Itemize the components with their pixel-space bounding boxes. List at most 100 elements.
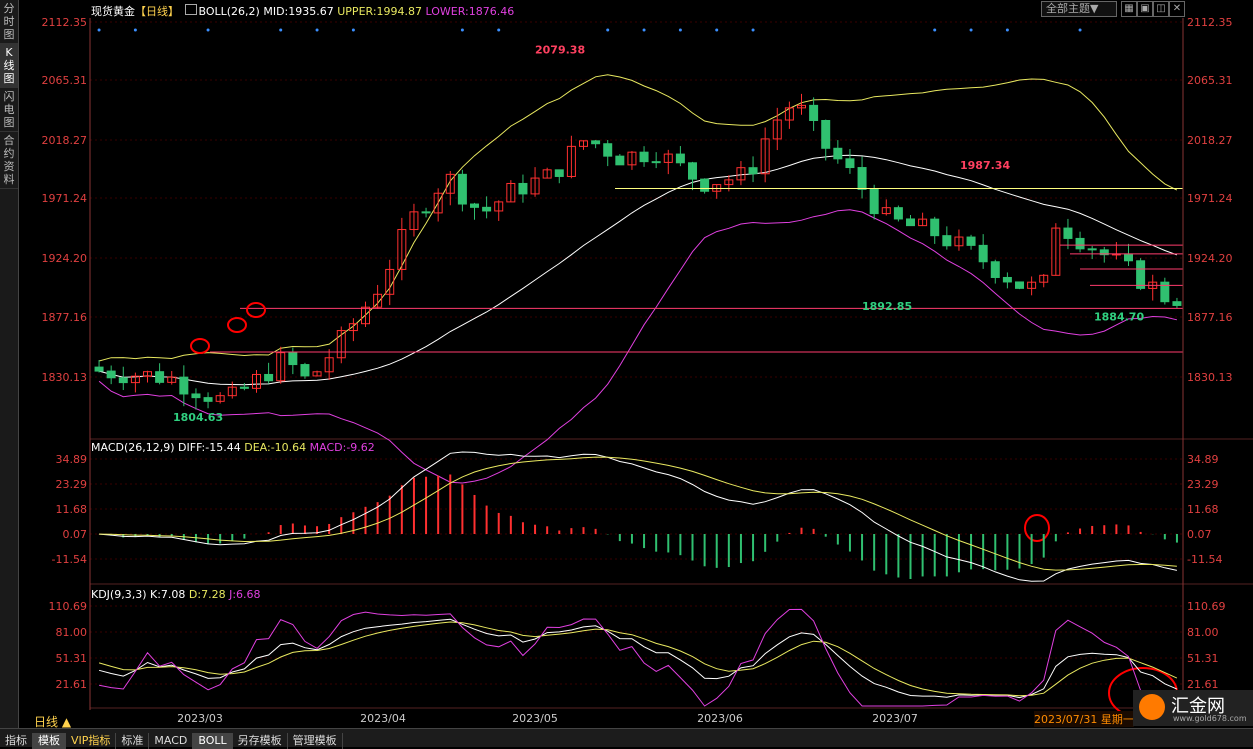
y-tick-label-left: 2112.35 — [42, 16, 88, 29]
y-tick-label-left: 23.29 — [56, 478, 88, 491]
tab-vip-indicator[interactable]: VIP指标 — [66, 733, 117, 749]
y-tick-label-left: 81.00 — [56, 626, 88, 639]
macd-diff-line — [99, 451, 1178, 582]
candle-body — [482, 206, 492, 212]
signal-dot — [1005, 28, 1009, 32]
y-tick-label-left: 21.61 — [56, 678, 88, 691]
candle-body — [1002, 276, 1012, 283]
candle-body — [869, 188, 879, 215]
candle-body — [930, 218, 940, 237]
candle-body — [857, 167, 867, 190]
y-tick-label-left: 51.31 — [56, 652, 88, 665]
candle-body — [639, 151, 649, 163]
price-annotation: 2079.38 — [535, 43, 585, 56]
candle-body — [688, 162, 697, 180]
date-readout: 2023/07/31 星期一 — [1034, 711, 1134, 727]
y-tick-label-right: 23.29 — [1187, 478, 1219, 491]
y-tick-label-left: 1924.20 — [42, 252, 88, 265]
candle-body — [748, 167, 758, 175]
y-tick-label-right: 81.00 — [1187, 626, 1219, 639]
signal-dot — [642, 28, 646, 32]
signal-dot — [969, 28, 973, 32]
highlight-circle — [190, 338, 210, 354]
candle-body — [470, 203, 479, 208]
signal-dot — [751, 28, 755, 32]
candle-body — [651, 161, 661, 164]
y-tick-label-right: 1924.20 — [1187, 252, 1233, 265]
tab-template[interactable]: 模板 — [33, 733, 66, 749]
candle-body — [203, 397, 213, 402]
candle-body — [1124, 253, 1133, 262]
candle-body — [288, 352, 298, 366]
signal-dot — [97, 28, 101, 32]
signal-dot — [279, 28, 283, 32]
candle-body — [191, 393, 201, 399]
y-tick-label-left: 1877.16 — [42, 311, 88, 324]
y-tick-label-left: -11.54 — [52, 553, 87, 566]
candle-body — [1015, 281, 1024, 289]
y-tick-label-right: 1830.13 — [1187, 371, 1233, 384]
y-tick-label-left: 11.68 — [56, 503, 88, 516]
candle-body — [990, 261, 1000, 278]
y-tick-label-left: 2065.31 — [42, 74, 88, 87]
signal-dot — [678, 28, 682, 32]
candle-body — [603, 143, 613, 157]
candle-body — [1136, 260, 1146, 289]
y-tick-label-left: 1830.13 — [42, 371, 88, 384]
signal-dot — [206, 28, 210, 32]
boll-mid-line — [98, 154, 1178, 386]
candle-body — [94, 366, 104, 372]
bottom-toolbar: 指标 模板 VIP指标 标准 MACD BOLL 另存模板 管理模板 — [0, 728, 1253, 749]
price-annotation: 1884.70 — [1094, 310, 1144, 323]
x-tick-label: 2023/05 — [512, 712, 558, 725]
candle-body — [809, 104, 819, 122]
price-annotation: 1987.34 — [960, 159, 1010, 172]
candle-body — [906, 218, 915, 227]
boll-upper-line — [98, 74, 1178, 362]
candle-body — [554, 169, 564, 177]
y-tick-label-right: -11.54 — [1187, 553, 1222, 566]
x-tick-label: 2023/03 — [177, 712, 223, 725]
candle-body — [821, 120, 831, 149]
tab-macd[interactable]: MACD — [149, 733, 194, 749]
chart-canvas[interactable]: 2079.38 1987.34 1892.85 1884.70 1804.63 2112… — [0, 0, 1253, 728]
signal-dot — [1078, 28, 1082, 32]
candle-body — [942, 235, 952, 247]
candle-body — [239, 386, 249, 389]
candle-body — [978, 244, 988, 263]
candle-body — [615, 155, 625, 166]
candle-body — [264, 373, 274, 382]
y-tick-label-left: 110.69 — [49, 600, 88, 613]
logo-icon — [1139, 694, 1165, 720]
highlight-circle — [227, 317, 247, 333]
candle-body — [300, 364, 310, 377]
signal-dot — [606, 28, 610, 32]
tab-save-template[interactable]: 另存模板 — [233, 733, 288, 749]
signal-dot — [715, 28, 719, 32]
candle-body — [106, 370, 116, 379]
tab-boll[interactable]: BOLL — [193, 733, 233, 749]
tab-standard[interactable]: 标准 — [116, 733, 150, 749]
signal-dot — [133, 28, 137, 32]
y-tick-label-right: 0.07 — [1187, 528, 1212, 541]
y-tick-label-right: 1971.24 — [1187, 192, 1233, 205]
candle-body — [1087, 248, 1097, 251]
candle-body — [700, 178, 710, 192]
candle-body — [421, 211, 431, 214]
x-tick-label: 2023/07 — [872, 712, 918, 725]
y-tick-label-right: 2018.27 — [1187, 134, 1233, 147]
candle-body — [893, 207, 903, 220]
y-tick-label-left: 2018.27 — [42, 134, 88, 147]
candle-body — [675, 153, 685, 164]
tab-indicator[interactable]: 指标 — [0, 733, 33, 749]
kdj-d-line — [98, 621, 1178, 697]
tab-manage-template[interactable]: 管理模板 — [288, 733, 343, 749]
candle-body — [966, 236, 976, 246]
boll-lower-line — [98, 209, 1178, 484]
candle-body — [1172, 301, 1182, 306]
highlight-circle — [1024, 514, 1050, 542]
highlight-circle — [246, 302, 266, 318]
candle-body — [1063, 227, 1073, 239]
y-tick-label-right: 2065.31 — [1187, 74, 1233, 87]
x-tick-label: 2023/04 — [360, 712, 406, 725]
